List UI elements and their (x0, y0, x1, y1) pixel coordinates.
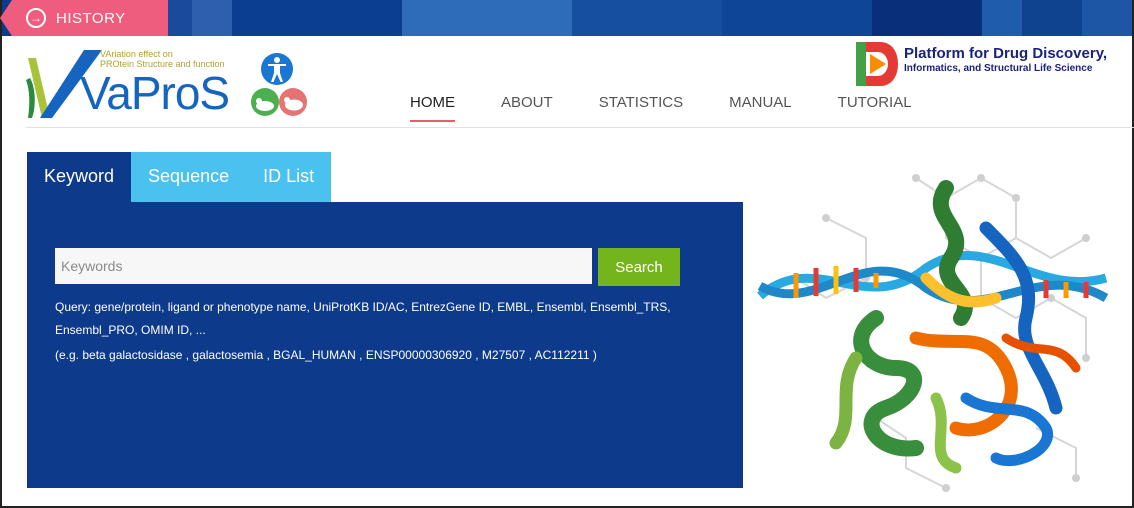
partner-subtitle: Informatics, and Structural Life Science (904, 63, 1093, 74)
protein-structure-illustration (757, 174, 1109, 492)
keyword-search-input[interactable] (55, 248, 592, 284)
logo-tagline-1: VAriation effect on (100, 49, 173, 59)
history-label: HISTORY (56, 9, 126, 27)
search-tabs: Keyword Sequence ID List (27, 152, 332, 202)
nav-about[interactable]: ABOUT (501, 94, 553, 122)
human-figure-icon (261, 53, 293, 85)
tab-id-list[interactable]: ID List (246, 152, 332, 202)
history-button[interactable]: → HISTORY (0, 0, 168, 36)
nav-statistics[interactable]: STATISTICS (599, 94, 683, 122)
top-banner-strip (2, 0, 1132, 36)
query-examples: (e.g. beta galactosidase , galactosemia … (55, 348, 597, 362)
animal-models-icon (251, 88, 307, 116)
pdis-logo-icon[interactable] (856, 42, 898, 86)
logo-name: VaProS (80, 67, 230, 119)
nav-manual[interactable]: MANUAL (729, 94, 792, 122)
tab-keyword[interactable]: Keyword (27, 152, 132, 202)
main-nav: HOME ABOUT STATISTICS MANUAL TUTORIAL (410, 94, 958, 122)
nav-home[interactable]: HOME (410, 94, 455, 122)
nav-tutorial[interactable]: TUTORIAL (838, 94, 912, 122)
partner-title[interactable]: Platform for Drug Discovery, (904, 45, 1107, 62)
header-divider (26, 127, 1134, 128)
query-hint-line-1: Query: gene/protein, ligand or phenotype… (55, 300, 671, 314)
circle-arrow-right-icon: → (26, 8, 46, 28)
search-button[interactable]: Search (598, 248, 680, 286)
tab-sequence[interactable]: Sequence (131, 152, 247, 202)
vapros-logo[interactable]: VAriation effect on PROtein Structure an… (26, 44, 326, 124)
keyword-search-panel: Search Query: gene/protein, ligand or ph… (27, 202, 743, 488)
query-hint-line-2: Ensembl_PRO, OMIM ID, ... (55, 323, 206, 337)
